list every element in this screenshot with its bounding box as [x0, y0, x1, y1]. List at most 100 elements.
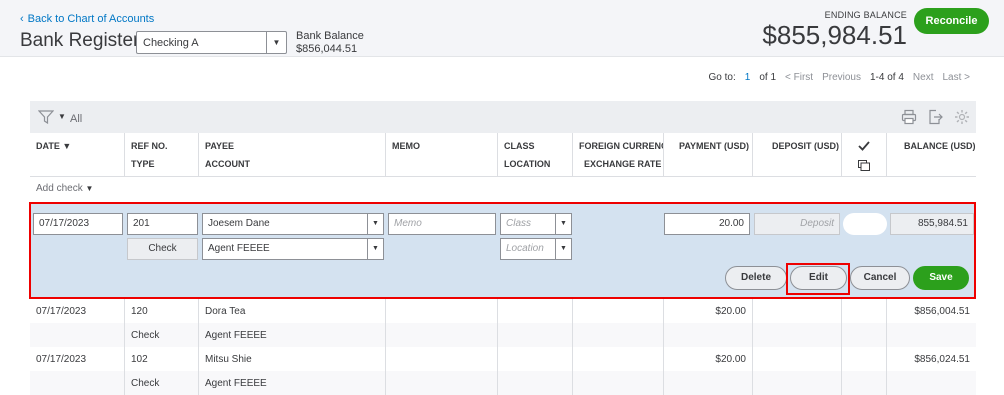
location-select[interactable]: Location ▼: [500, 238, 572, 260]
class-select[interactable]: Class ▼: [500, 213, 572, 235]
ending-balance-value: $855,984.51: [762, 20, 907, 50]
deposit-header: DEPOSIT (USD): [772, 141, 840, 151]
type-header: TYPE: [131, 159, 155, 169]
deposit-cell: [753, 299, 842, 347]
class-location-cell: [498, 347, 573, 395]
date-input[interactable]: 07/17/2023: [33, 213, 123, 235]
reconcile-status-toggle[interactable]: [843, 213, 887, 235]
location-header: LOCATION: [504, 159, 551, 169]
column-header-row: DATE ▼ REF NO. TYPE PAYEE ACCOUNT MEMO C…: [30, 133, 976, 177]
currency-column-header: FOREIGN CURRENC EXCHANGE RATE: [573, 133, 664, 177]
transaction-edit-row: 07/17/2023 201 Joesem Dane ▼ Memo Class …: [29, 202, 976, 299]
account-header: ACCOUNT: [205, 159, 250, 169]
account-value: Agent FEEEE: [205, 330, 267, 341]
payee-value: Dora Tea: [205, 306, 246, 317]
back-link-label: Back to Chart of Accounts: [27, 13, 155, 25]
payee-account-cell: Mitsu Shie Agent FEEEE: [199, 347, 386, 395]
ref-type-cell: 102 Check: [125, 347, 199, 395]
date-header-label: DATE ▼: [36, 141, 72, 151]
bank-balance-label: Bank Balance: [296, 30, 364, 42]
date-cell: 07/17/2023: [30, 347, 125, 395]
type-value: Check: [127, 238, 198, 260]
balance-cell: $856,004.51: [887, 299, 976, 347]
page-title: Bank Register: [20, 30, 140, 51]
chevron-left-icon: ‹: [20, 13, 24, 25]
payment-value: $20.00: [715, 354, 746, 365]
date-column-header[interactable]: DATE ▼: [30, 133, 125, 177]
chevron-down-icon: ▼: [555, 214, 571, 234]
reconcile-status-cell: [842, 299, 887, 347]
filter-icon[interactable]: [38, 110, 54, 124]
reconcile-status-column-header: [842, 133, 887, 177]
table-row[interactable]: 07/17/2023 120 Check Dora Tea Agent FEEE…: [30, 299, 976, 347]
date-cell: 07/17/2023: [30, 299, 125, 347]
filter-value: All: [70, 113, 83, 125]
currency-cell: [573, 299, 664, 347]
deposit-input[interactable]: Deposit: [754, 213, 840, 235]
back-to-chart-of-accounts-link[interactable]: ‹ Back to Chart of Accounts: [20, 13, 154, 25]
export-icon[interactable]: [927, 109, 943, 125]
ref-no-input[interactable]: 201: [127, 213, 198, 235]
date-value: 07/17/2023: [36, 354, 87, 365]
date-header-text: DATE: [36, 141, 60, 151]
payment-column-header: PAYMENT (USD): [664, 133, 753, 177]
date-value: 07/17/2023: [36, 306, 87, 317]
reconcile-status-cell: [842, 347, 887, 395]
memo-cell: [386, 299, 498, 347]
ref-no-header: REF NO.: [131, 141, 168, 151]
save-button[interactable]: Save: [913, 266, 969, 290]
class-location-column-header: CLASS LOCATION: [498, 133, 573, 177]
type-value: Check: [131, 378, 160, 389]
ref-type-cell: 120 Check: [125, 299, 199, 347]
payee-select[interactable]: Joesem Dane ▼: [202, 213, 384, 235]
balance-header: BALANCE (USD): [904, 141, 976, 151]
goto-label: Go to:: [708, 72, 736, 83]
payee-account-cell: Dora Tea Agent FEEEE: [199, 299, 386, 347]
deposit-column-header: DEPOSIT (USD): [753, 133, 842, 177]
payment-cell: $20.00: [664, 347, 753, 395]
type-value: Check: [131, 330, 160, 341]
balance-cell: $856,024.51: [887, 347, 976, 395]
chevron-down-icon: ▼: [85, 184, 94, 193]
balance-column-header: BALANCE (USD): [887, 133, 976, 177]
page-count: of 1: [759, 72, 777, 83]
filter-caret-icon[interactable]: ▼: [58, 112, 66, 121]
account-select-value: Agent FEEEE: [208, 243, 270, 254]
payment-input[interactable]: 20.00: [664, 213, 750, 235]
ref-type-column-header: REF NO. TYPE: [125, 133, 199, 177]
payee-select-value: Joesem Dane: [208, 218, 270, 229]
add-check-dropdown[interactable]: Add check ▼: [36, 183, 93, 194]
previous-page-link[interactable]: Previous: [822, 72, 861, 83]
exchange-rate-header: EXCHANGE RATE: [584, 159, 662, 169]
payee-account-column-header: PAYEE ACCOUNT: [199, 133, 386, 177]
last-page-link[interactable]: Last >: [942, 72, 970, 83]
account-select[interactable]: Agent FEEEE ▼: [202, 238, 384, 260]
print-icon[interactable]: [901, 109, 917, 125]
bank-balance-value: $856,044.51: [296, 43, 358, 55]
chevron-down-icon: ▼: [367, 239, 383, 259]
add-check-row[interactable]: Add check ▼: [30, 177, 976, 201]
page-number-link[interactable]: 1: [745, 72, 751, 83]
checkmark-icon: [858, 141, 870, 151]
next-page-link[interactable]: Next: [913, 72, 934, 83]
table-row[interactable]: 07/17/2023 102 Check Mitsu Shie Agent FE…: [30, 347, 976, 395]
cancel-button[interactable]: Cancel: [850, 266, 910, 290]
class-header: CLASS: [504, 141, 535, 151]
memo-input[interactable]: Memo: [388, 213, 496, 235]
balance-value: $856,024.51: [914, 354, 970, 365]
chevron-down-icon: ▼: [555, 239, 571, 259]
settings-gear-icon[interactable]: [954, 109, 970, 125]
location-placeholder: Location: [506, 243, 544, 254]
chevron-down-icon: ▼: [266, 32, 286, 53]
add-check-label: Add check: [36, 183, 83, 194]
payee-header: PAYEE: [205, 141, 235, 151]
ref-no-value: 120: [131, 306, 148, 317]
account-select[interactable]: Checking A ▼: [136, 31, 287, 54]
copy-icon[interactable]: [858, 160, 870, 171]
deposit-cell: [753, 347, 842, 395]
delete-button[interactable]: Delete: [725, 266, 787, 290]
memo-header: MEMO: [392, 141, 420, 151]
first-page-link[interactable]: < First: [785, 72, 813, 83]
payee-value: Mitsu Shie: [205, 354, 252, 365]
reconcile-button[interactable]: Reconcile: [914, 8, 989, 34]
